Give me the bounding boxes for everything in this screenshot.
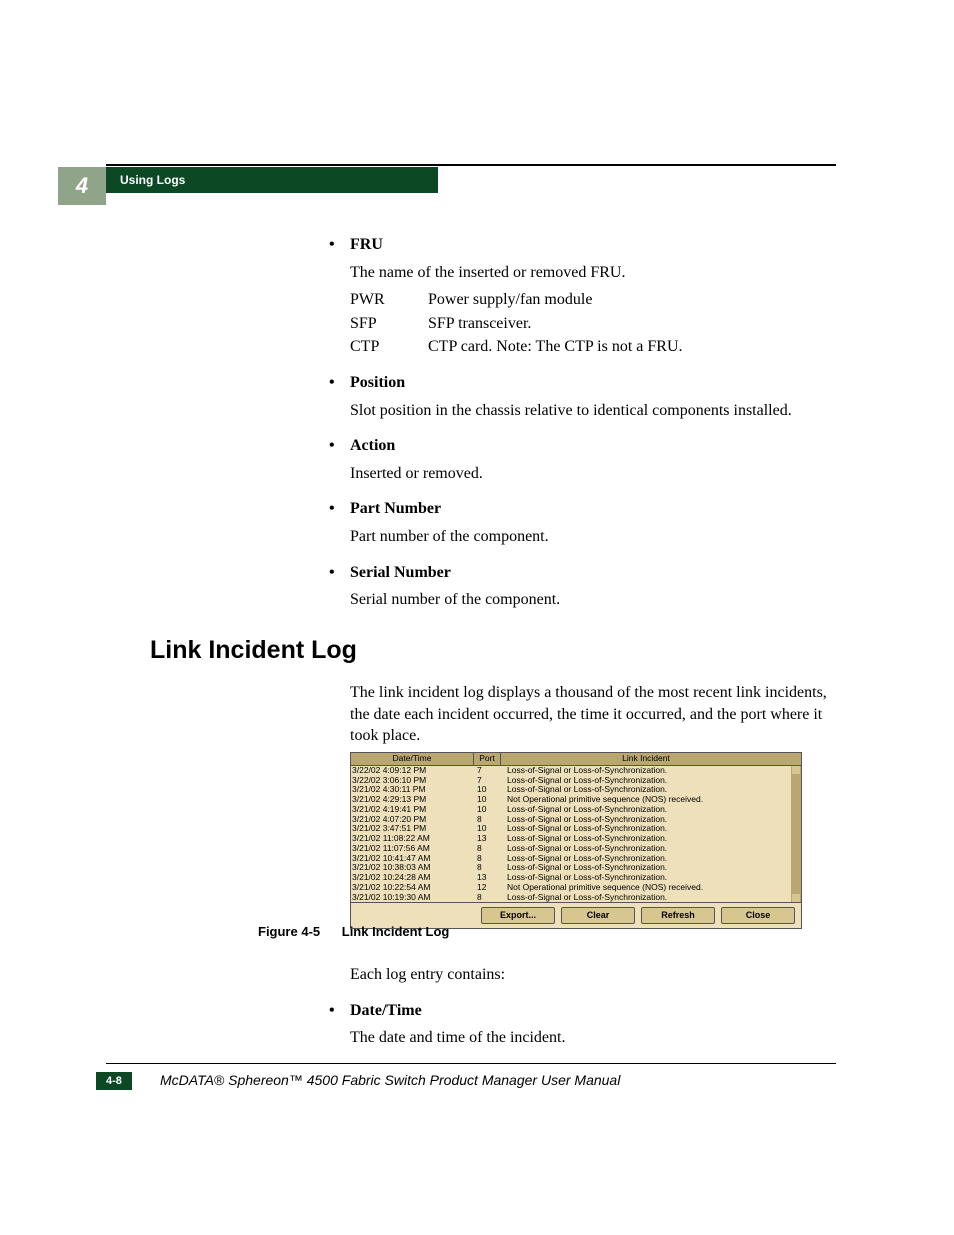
desc-action: Inserted or removed. [350,463,835,485]
figure-text: Link Incident Log [342,924,450,939]
page-number: 4-8 [96,1072,132,1090]
log-table-body: 3/22/02 4:09:12 PM7Loss-of-Signal or Los… [351,766,801,903]
def-def-ctp: CTP card. Note: The CTP is not a FRU. [428,336,835,358]
close-button[interactable]: Close [721,907,795,923]
figure-caption: Figure 4-5 Link Incident Log [258,924,449,939]
refresh-button[interactable]: Refresh [641,907,715,923]
col-header-linkincident: Link Incident [501,753,791,765]
term-partnumber: Part Number [350,498,835,520]
def-term-sfp: SFP [350,313,428,335]
figure-number: Figure 4-5 [258,924,320,939]
def-def-pwr: Power supply/fan module [428,289,835,311]
term-position: Position [350,372,835,394]
desc-datetime: The date and time of the incident. [350,1027,835,1049]
desc-partnumber: Part number of the component. [350,526,835,548]
def-row: PWR Power supply/fan module [350,289,835,311]
post-figure-content: Each log entry contains: Date/Time The d… [350,954,835,1055]
def-row: CTP CTP card. Note: The CTP is not a FRU… [350,336,835,358]
cell-port: 8 [473,893,503,903]
col-header-port: Port [474,753,501,765]
clear-button[interactable]: Clear [561,907,635,923]
section-label: Using Logs [106,167,438,193]
term-datetime: Date/Time [350,1000,835,1022]
entry-lead: Each log entry contains: [350,964,835,986]
cell-linkincident: Loss-of-Signal or Loss-of-Synchronizatio… [503,893,791,903]
section-title-link-incident-log: Link Incident Log [150,636,357,665]
footer-title: McDATA® Sphereon™ 4500 Fabric Switch Pro… [160,1072,620,1088]
def-def-sfp: SFP transceiver. [428,313,835,335]
def-term-pwr: PWR [350,289,428,311]
log-rows: 3/22/02 4:09:12 PM7Loss-of-Signal or Los… [351,766,791,903]
fru-definition-list: FRU The name of the inserted or removed … [350,220,835,617]
scrollbar[interactable] [791,766,801,903]
cell-datetime: 3/21/02 10:19:30 AM [352,893,473,903]
term-fru: FRU [350,234,835,256]
term-serialnumber: Serial Number [350,562,835,584]
link-intro: The link incident log displays a thousan… [350,672,835,757]
footer-rule [106,1063,836,1064]
col-header-scroll-spacer [791,753,801,765]
term-action: Action [350,435,835,457]
table-row[interactable]: 3/21/02 10:19:30 AM8Loss-of-Signal or Lo… [351,893,791,903]
desc-fru: The name of the inserted or removed FRU. [350,262,835,284]
def-term-ctp: CTP [350,336,428,358]
export-button[interactable]: Export... [481,907,555,923]
link-intro-text: The link incident log displays a thousan… [350,682,835,747]
def-row: SFP SFP transceiver. [350,313,835,335]
header-rule [106,164,836,166]
desc-position: Slot position in the chassis relative to… [350,400,835,422]
log-table: Date/Time Port Link Incident 3/22/02 4:0… [350,752,802,929]
log-table-header: Date/Time Port Link Incident [351,753,801,766]
col-header-datetime: Date/Time [351,753,474,765]
desc-serialnumber: Serial number of the component. [350,589,835,611]
chapter-tab: 4 Using Logs [58,167,438,193]
chapter-number: 4 [58,167,106,205]
